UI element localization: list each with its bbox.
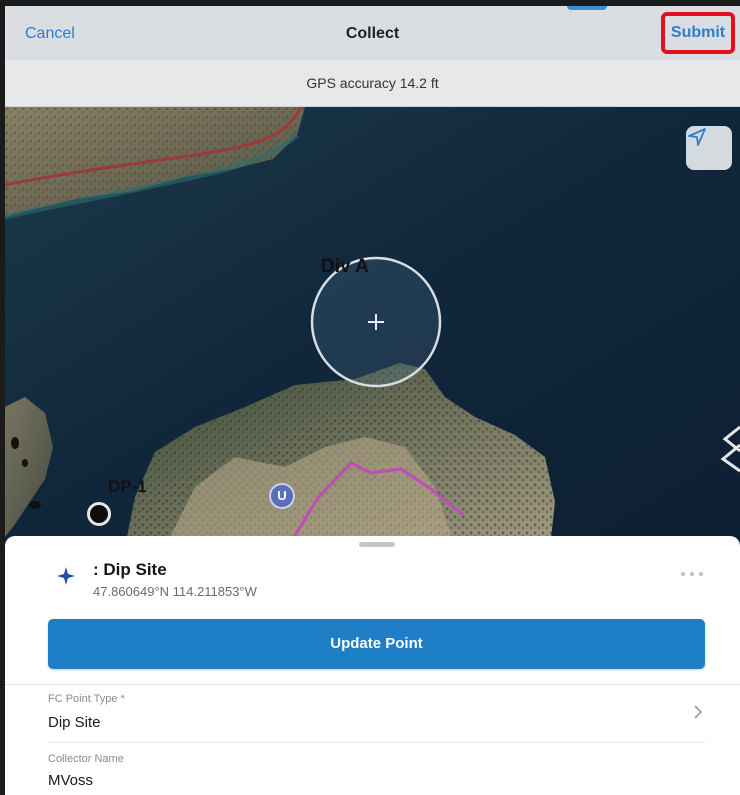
locate-button[interactable] (686, 126, 732, 170)
u-marker-label: U (277, 488, 287, 503)
app-frame: Cancel Collect Submit GPS accuracy 14.2 … (5, 6, 740, 795)
feature-sheet: : Dip Site 47.860649°N 114.211853°W Upda… (5, 536, 740, 795)
navigation-arrow-icon (688, 128, 706, 146)
divider (5, 684, 740, 685)
map-view[interactable]: Div A DP-1 U (5, 107, 740, 547)
field-value: MVoss (48, 772, 94, 789)
more-options-icon[interactable] (679, 570, 705, 578)
submit-button[interactable]: Submit (661, 12, 735, 54)
field-label: FC Point Type * (48, 693, 125, 705)
field-value: Dip Site (48, 714, 101, 731)
top-notch (567, 6, 607, 10)
submit-label: Submit (670, 24, 726, 41)
gps-accuracy-bar: GPS accuracy 14.2 ft (5, 60, 740, 107)
feature-point-icon (57, 567, 75, 585)
u-marker[interactable]: U (269, 483, 295, 509)
gps-accuracy-text: GPS accuracy 14.2 ft (306, 75, 439, 91)
sheet-grabber[interactable] (359, 542, 395, 547)
crosshair-plus-icon (368, 314, 384, 330)
page-title: Collect (345, 25, 400, 42)
dp-1-marker[interactable] (87, 502, 111, 526)
chevron-right-icon (694, 705, 703, 719)
divider (48, 742, 705, 743)
feature-coordinates: 47.860649°N 114.211853°W (93, 584, 257, 599)
nav-header: Cancel Collect Submit (5, 6, 740, 61)
field-label: Collector Name (48, 753, 124, 765)
map-label-div-a: Div A (321, 256, 369, 277)
map-label-dp-1: DP-1 (108, 477, 147, 496)
feature-title: : Dip Site (93, 560, 167, 579)
update-point-button[interactable]: Update Point (48, 619, 705, 669)
